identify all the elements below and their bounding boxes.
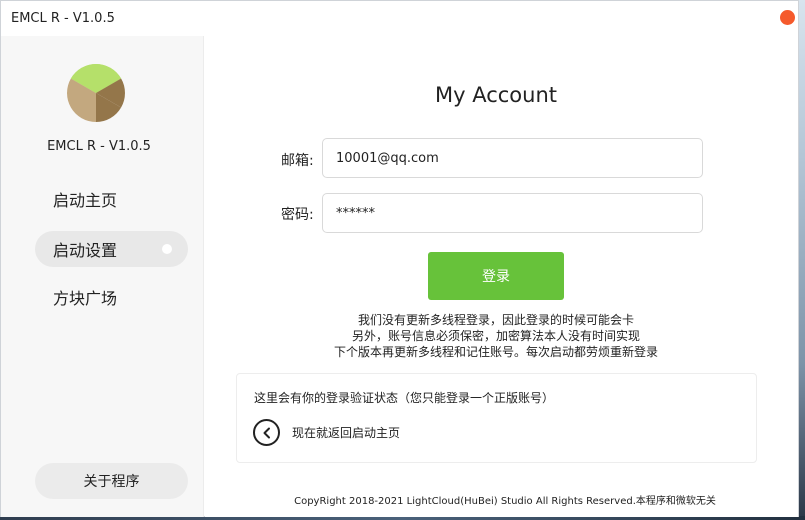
- notice-text: 我们没有更新多线程登录，因此登录的时候可能会卡 另外，账号信息必须保密，加密算法…: [205, 312, 787, 360]
- notice-line: 我们没有更新多线程登录，因此登录的时候可能会卡: [357, 313, 634, 327]
- sidebar-item-label: 方块广场: [53, 289, 118, 308]
- main-content: My Account 邮箱: 密码: 登录 我们没有更新多线程登录，因此登录的时…: [205, 36, 798, 517]
- close-button[interactable]: [780, 10, 795, 25]
- password-field[interactable]: [322, 193, 703, 233]
- desktop-background: [799, 0, 805, 520]
- page-title: My Account: [434, 83, 557, 107]
- notice-line: 另外，账号信息必须保密，加密算法本人没有时间实现: [351, 329, 640, 343]
- email-field[interactable]: [322, 138, 703, 178]
- back-to-home-label: 现在就返回启动主页: [292, 426, 401, 440]
- login-status-card: 这里会有你的登录验证状态（您只能登录一个正版账号） 现在就返回启动主页: [236, 373, 757, 463]
- about-button[interactable]: 关于程序: [35, 463, 188, 499]
- sidebar-item-home[interactable]: 启动主页: [35, 181, 188, 217]
- about-button-label: 关于程序: [83, 474, 140, 490]
- sidebar-item-block-square[interactable]: 方块广场: [35, 279, 188, 315]
- window-title: EMCL R - V1.0.5: [11, 11, 115, 26]
- sidebar-item-label: 启动主页: [53, 191, 118, 210]
- chevron-left-icon[interactable]: [253, 419, 280, 446]
- logo-icon: [67, 64, 125, 122]
- login-button-label: 登录: [482, 269, 510, 285]
- titlebar: EMCL R - V1.0.5: [1, 1, 798, 36]
- back-to-home-link[interactable]: 现在就返回启动主页: [253, 419, 400, 446]
- sidebar-item-label: 启动设置: [53, 241, 118, 260]
- email-label: 邮箱:: [281, 153, 314, 169]
- notice-line: 下个版本再更新多线程和记住账号。每次启动都劳烦重新登录: [333, 345, 658, 359]
- login-button[interactable]: 登录: [428, 252, 564, 300]
- active-indicator-dot: [162, 244, 172, 254]
- password-label: 密码:: [281, 207, 314, 223]
- login-status-text: 这里会有你的登录验证状态（您只能登录一个正版账号）: [254, 391, 555, 405]
- app-name: EMCL R - V1.0.5: [47, 139, 151, 154]
- sidebar-item-launch-settings[interactable]: 启动设置: [35, 231, 188, 267]
- app-window: EMCL R - V1.0.5 EMCL R - V1.0.5 启动主页 启动设…: [0, 0, 799, 517]
- copyright-footer: CopyRight 2018-2021 LightCloud(HuBei) St…: [294, 496, 716, 507]
- sidebar: EMCL R - V1.0.5 启动主页 启动设置 方块广场 关于程序: [1, 36, 204, 517]
